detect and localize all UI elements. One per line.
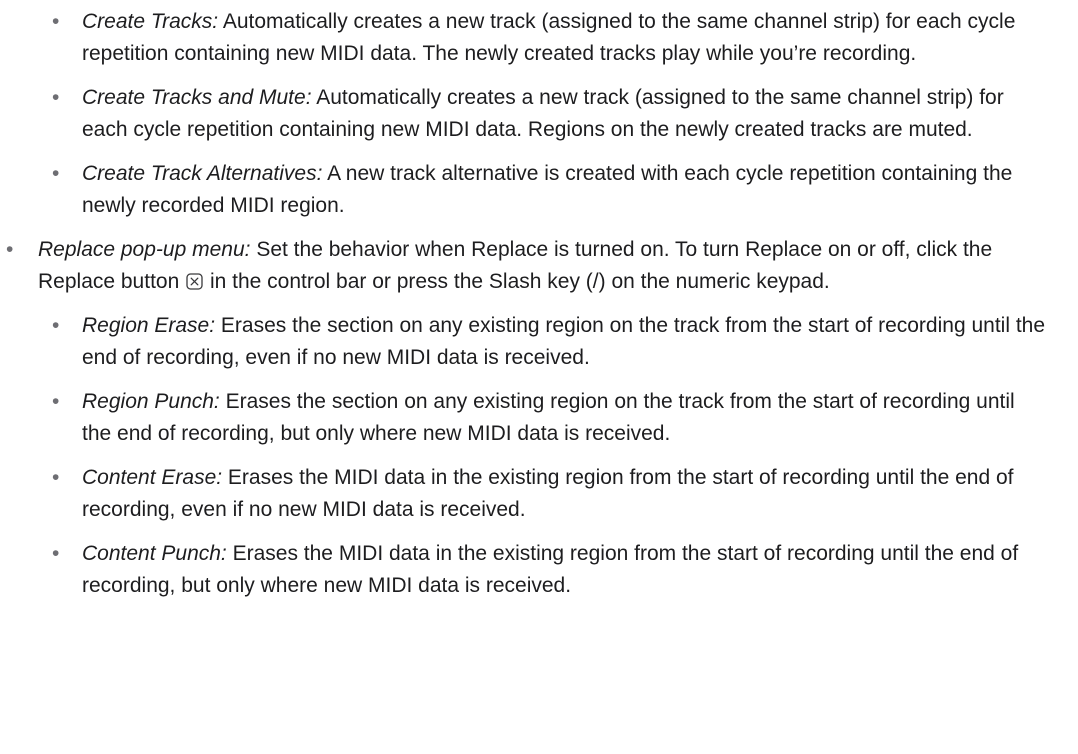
replace-options-list: • Region Erase: Erases the section on an… [0, 310, 1078, 602]
bullet: • [52, 390, 60, 413]
list-item-content-punch: • Content Punch: Erases the MIDI data in… [0, 538, 1078, 602]
term: Content Punch: [82, 542, 227, 565]
bullet: • [52, 314, 60, 337]
term: Content Erase: [82, 466, 223, 489]
description: Erases the section on any existing regio… [82, 390, 1015, 445]
list-item-region-erase: • Region Erase: Erases the section on an… [0, 310, 1078, 374]
description: Automatically creates a new track (assig… [82, 10, 1016, 65]
description: Erases the MIDI data in the existing reg… [82, 466, 1014, 521]
bullet: • [52, 162, 60, 185]
list-item-create-tracks: • Create Tracks: Automatically creates a… [0, 6, 1078, 70]
list-item-create-tracks-and-mute: • Create Tracks and Mute: Automatically … [0, 82, 1078, 146]
description: Erases the section on any existing regio… [82, 314, 1046, 369]
term: Create Track Alternatives: [82, 162, 323, 185]
list-item-content-erase: • Content Erase: Erases the MIDI data in… [0, 462, 1078, 526]
description-part-2: in the control bar or press the Slash ke… [204, 270, 830, 293]
term: Replace pop-up menu: [38, 238, 251, 261]
term: Create Tracks and Mute: [82, 86, 312, 109]
list-item-replace-popup-menu: • Replace pop-up menu: Set the behavior … [0, 234, 1078, 298]
term: Region Erase: [82, 314, 216, 337]
bullet: • [52, 466, 60, 489]
list-item-create-track-alternatives: • Create Track Alternatives: A new track… [0, 158, 1078, 222]
replace-button-icon [186, 273, 203, 290]
list-item-region-punch: • Region Punch: Erases the section on an… [0, 386, 1078, 450]
replace-list: • Replace pop-up menu: Set the behavior … [0, 234, 1078, 298]
document-page: • Create Tracks: Automatically creates a… [0, 0, 1078, 754]
bullet: • [52, 542, 60, 565]
bullet: • [52, 10, 60, 33]
bullet: • [52, 86, 60, 109]
cycle-options-list: • Create Tracks: Automatically creates a… [0, 6, 1078, 222]
term: Create Tracks: [82, 10, 219, 33]
bullet: • [6, 238, 14, 261]
term: Region Punch: [82, 390, 220, 413]
